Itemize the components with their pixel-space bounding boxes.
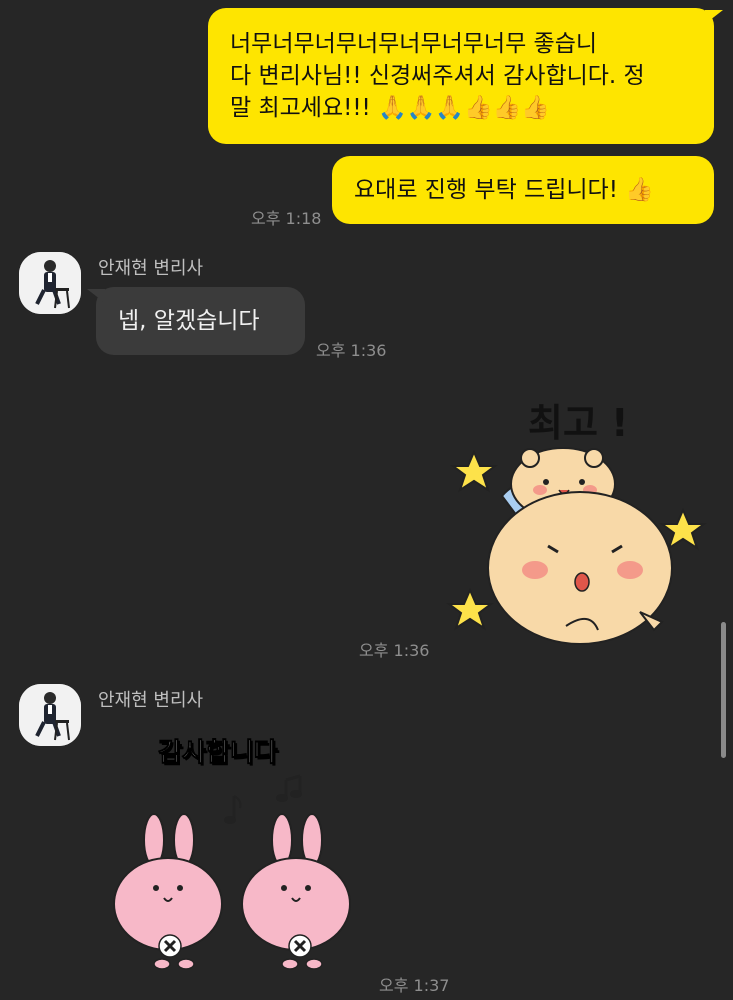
message-timestamp: 오후 1:37 xyxy=(379,976,450,995)
other-message-bubble[interactable]: 넵, 알겠습니다 xyxy=(87,287,305,355)
music-note-icon xyxy=(224,795,242,824)
message-text: 넵, 알겠습니다 xyxy=(118,308,260,334)
message-timestamp: 오후 1:18 xyxy=(251,209,322,228)
message-text: 요대로 진행 부탁 드립니다! 👍 xyxy=(354,177,654,203)
scrollbar[interactable] xyxy=(721,622,726,758)
music-note-icon xyxy=(276,774,302,802)
bears-illustration xyxy=(446,447,707,645)
bunnies-illustration xyxy=(113,774,351,970)
sender-name: 안재현 변리사 xyxy=(98,258,204,279)
star-icon xyxy=(446,587,494,631)
sticker-bears[interactable]: 최고 ! xyxy=(440,386,710,660)
sender-avatar[interactable] xyxy=(19,684,81,746)
star-icon xyxy=(450,449,498,493)
star-icon xyxy=(659,507,707,551)
message-line: 말 최고세요!!! 🙏🙏🙏👍👍👍 xyxy=(230,95,550,121)
my-message-bubble[interactable]: 너무너무너무너무너무너무너무 좋습니 다 변리사님!! 신경써주셔서 감사합니다… xyxy=(208,8,723,144)
message-timestamp: 오후 1:36 xyxy=(316,341,387,360)
my-message-bubble[interactable]: 요대로 진행 부탁 드립니다! 👍 xyxy=(332,156,714,224)
sender-name: 안재현 변리사 xyxy=(98,690,204,711)
avatar-photo-icon xyxy=(19,684,81,746)
message-timestamp: 오후 1:36 xyxy=(359,641,430,660)
message-line: 다 변리사님!! 신경써주셔서 감사합니다. 정 xyxy=(230,63,645,89)
sender-avatar[interactable] xyxy=(19,252,81,314)
message-line: 너무너무너무너무너무너무너무 좋습니 xyxy=(230,31,598,57)
avatar-photo-icon xyxy=(19,252,81,314)
sticker-bunnies[interactable]: 감사합니다 xyxy=(104,728,374,978)
